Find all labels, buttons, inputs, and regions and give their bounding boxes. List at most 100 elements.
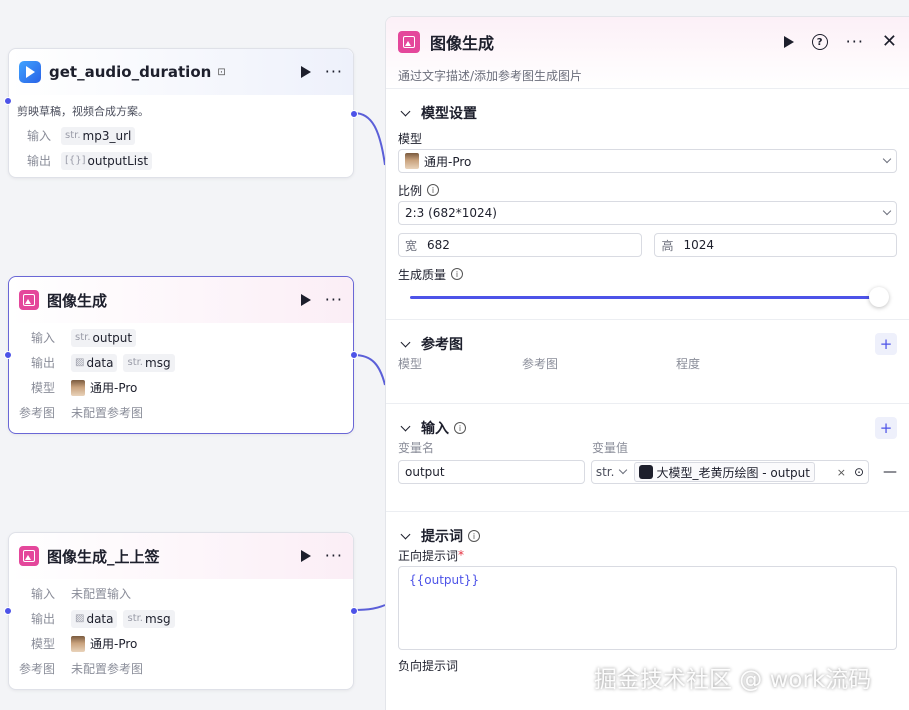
positive-prompt-label: 正向提示词 *: [398, 548, 465, 563]
input-tag: str. mp3_url: [61, 126, 136, 145]
more-options-button[interactable]: ···: [325, 548, 343, 564]
node-header: get_audio_duration ⊡ ···: [9, 49, 353, 95]
image-type-icon: ▨: [75, 613, 85, 624]
prompt-section: 提示词 i 正向提示词 * {{output}} 负向提示词: [386, 512, 909, 674]
node-title: get_audio_duration: [49, 63, 212, 81]
model-label: 模型: [31, 381, 56, 395]
reference-value: 未配置参考图: [71, 662, 144, 676]
clear-icon[interactable]: ×: [837, 466, 846, 479]
panel-header: 图像生成 ? ··· ✕ 通过文字描述/添加参考图生成图片: [386, 17, 909, 89]
positive-prompt-textarea[interactable]: {{output}}: [398, 566, 897, 650]
target-icon[interactable]: ⊙: [854, 465, 864, 479]
more-options-button[interactable]: ···: [846, 34, 864, 50]
variable-value-input[interactable]: str. 大模型_老黄历绘图 - output × ⊙: [590, 460, 869, 484]
image-generation-icon: [19, 290, 39, 310]
video-plugin-icon: [19, 61, 41, 83]
info-icon: i: [454, 422, 466, 434]
type-select[interactable]: str.: [596, 465, 615, 479]
help-icon[interactable]: ?: [811, 34, 828, 50]
input-label: 输入: [27, 129, 52, 143]
input-label: 输入: [31, 587, 56, 601]
output-tag: [{}] outputList: [61, 151, 153, 170]
input-port[interactable]: [4, 607, 12, 615]
node-settings-panel: 图像生成 ? ··· ✕ 通过文字描述/添加参考图生成图片 模型设置 模型 通用…: [385, 16, 909, 710]
image-generation-icon: [398, 31, 420, 53]
chevron-down-icon[interactable]: [400, 421, 411, 432]
quality-field-label: 生成质量 i: [398, 265, 897, 283]
panel-description: 通过文字描述/添加参考图生成图片: [398, 69, 583, 83]
chevron-down-icon[interactable]: [400, 106, 411, 117]
watermark: 掘金技术社区 @ work流码: [594, 667, 872, 693]
output-port[interactable]: [350, 351, 358, 359]
add-reference-button[interactable]: +: [875, 333, 897, 355]
node-title: 图像生成: [47, 291, 108, 310]
node-image-generation-2[interactable]: 图像生成_上上签 ··· 输入 未配置输入 输出 ▨ data str. msg 模…: [4, 532, 358, 690]
close-icon[interactable]: ✕: [882, 33, 897, 51]
llm-node-icon: [639, 465, 654, 479]
chevron-down-icon[interactable]: [400, 337, 411, 348]
input-label: 输入: [31, 331, 56, 345]
output-label: 输出: [31, 612, 56, 626]
panel-title: 图像生成: [430, 34, 495, 53]
output-port[interactable]: [350, 607, 358, 615]
chevron-down-icon: [882, 154, 892, 164]
output-image-tag: ▨ data: [71, 609, 118, 628]
ratio-field-label: 比例 i: [398, 181, 897, 199]
model-label: 模型: [31, 637, 56, 651]
remove-input-button[interactable]: —: [883, 464, 897, 480]
input-tag: str. output: [71, 328, 137, 347]
model-avatar: [71, 635, 85, 652]
model-select[interactable]: 通用-Pro: [398, 149, 897, 173]
ratio-select[interactable]: 2:3 (682*1024): [398, 201, 897, 225]
edge-image1-out: [353, 354, 386, 386]
run-node-button[interactable]: [300, 550, 311, 562]
image-type-icon: ▨: [75, 357, 85, 368]
run-node-button[interactable]: [300, 294, 311, 306]
model-settings-section: 模型设置 模型 通用-Pro 比例 i 2:3 (682*1024) 宽 682 高…: [386, 89, 909, 320]
col-reference: 参考图: [522, 356, 559, 371]
output-port[interactable]: [350, 110, 358, 118]
chevron-down-icon[interactable]: [400, 529, 411, 540]
model-avatar: [405, 153, 419, 169]
col-variable-value: 变量值: [592, 440, 629, 455]
image-generation-icon: [19, 546, 39, 566]
width-input[interactable]: 宽 682: [398, 233, 643, 257]
output-label: 输出: [31, 356, 56, 370]
reference-label: 参考图: [19, 662, 56, 676]
node-title: 图像生成_上上签: [47, 547, 160, 566]
node-header: 图像生成 ···: [9, 277, 353, 323]
add-input-button[interactable]: +: [875, 417, 897, 439]
info-icon: i: [451, 268, 464, 280]
more-options-button[interactable]: ···: [325, 292, 343, 308]
quality-slider[interactable]: [398, 283, 897, 313]
reference-section: 参考图 + 模型 参考图 程度: [386, 320, 909, 404]
node-get-audio-duration[interactable]: get_audio_duration ⊡ ··· 剪映草稿，视频合成方案。 输入…: [4, 48, 358, 178]
slider-track: [410, 296, 875, 299]
height-input[interactable]: 高 1024: [654, 233, 897, 257]
model-value: 通用-Pro: [90, 637, 138, 651]
chevron-down-icon: [882, 206, 892, 216]
output-label: 输出: [27, 154, 52, 168]
slider-thumb[interactable]: [869, 287, 889, 307]
node-image-generation[interactable]: 图像生成 ··· 输入 str. output 输出 ▨ data str. msg …: [4, 276, 358, 434]
plugin-badge-icon: ⊡: [217, 66, 226, 78]
col-model: 模型: [398, 356, 423, 371]
col-variable-name: 变量名: [398, 440, 435, 455]
edge-audio-out: [353, 112, 386, 166]
input-section: 输入 i + 变量名 变量值 output str. 大模型_老黄历绘图 - o…: [386, 404, 909, 512]
chevron-down-icon: [619, 465, 628, 475]
more-options-button[interactable]: ···: [325, 64, 343, 80]
run-node-button[interactable]: [783, 36, 794, 48]
model-value: 通用-Pro: [90, 381, 138, 395]
run-node-button[interactable]: [300, 66, 311, 78]
input-port[interactable]: [4, 97, 12, 105]
output-msg-tag: str. msg: [123, 353, 175, 372]
input-port[interactable]: [4, 351, 12, 359]
reference-label: 参考图: [19, 406, 56, 420]
col-degree: 程度: [676, 356, 701, 371]
edge-image2-out: [353, 604, 386, 611]
variable-name-input[interactable]: output: [398, 460, 585, 484]
input-value: 未配置输入: [71, 587, 132, 601]
node-header: 图像生成_上上签 ···: [9, 533, 353, 579]
info-icon: i: [427, 184, 440, 196]
